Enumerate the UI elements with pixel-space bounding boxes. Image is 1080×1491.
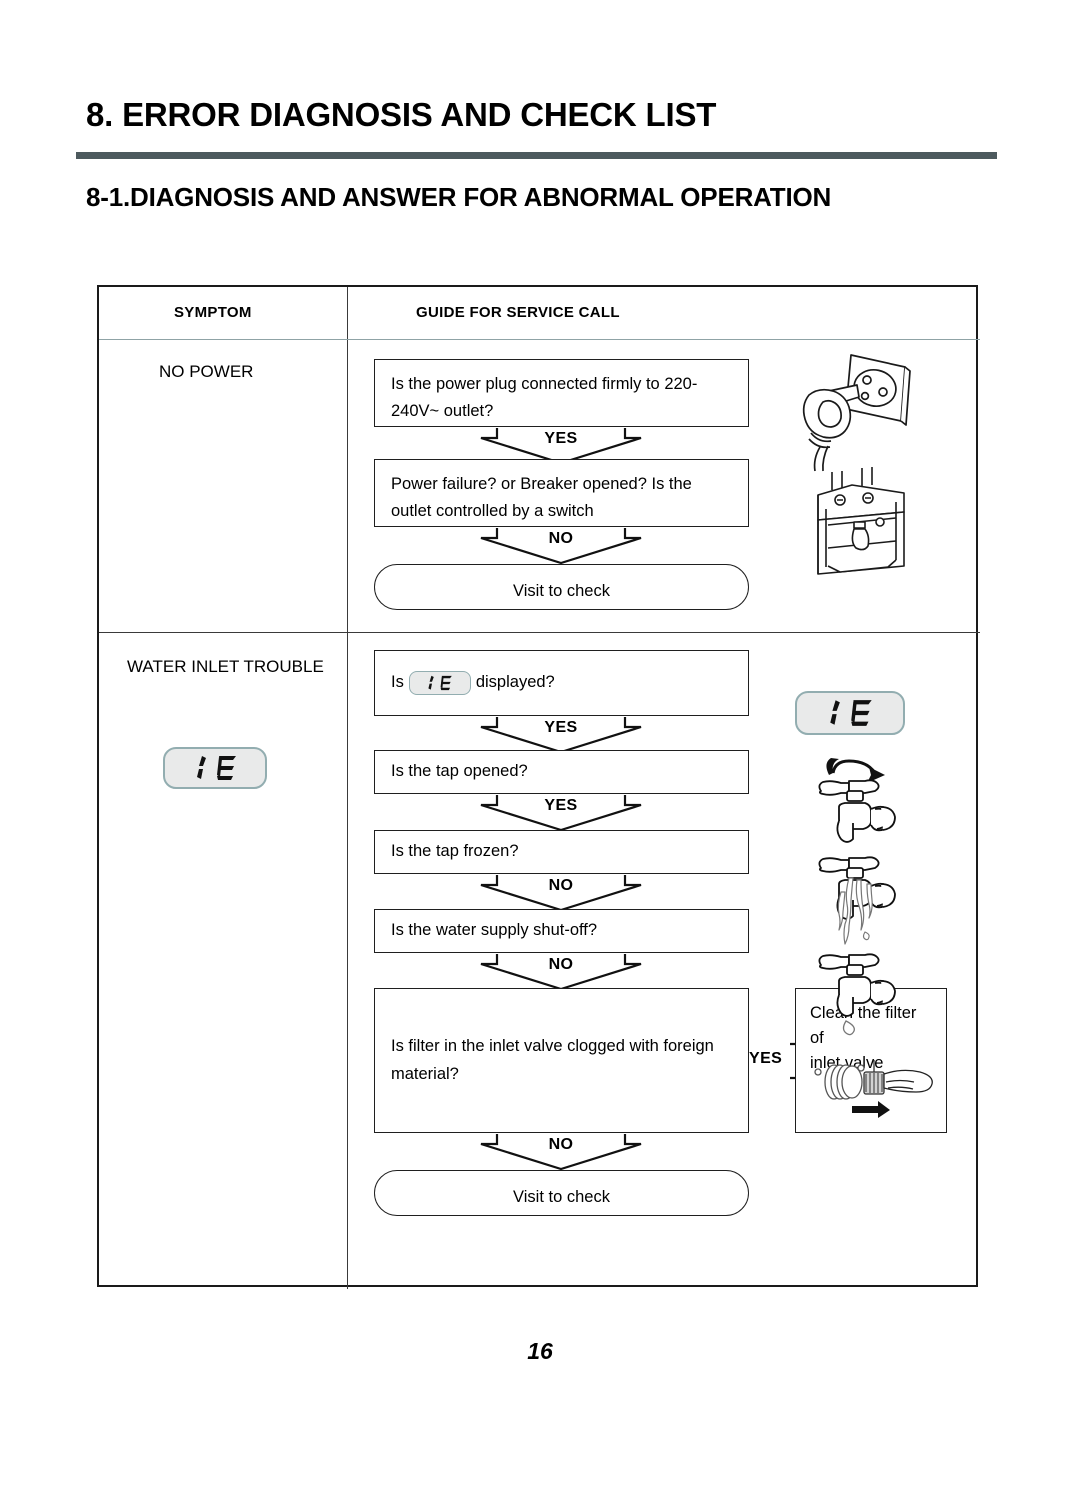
flow-step-line2: material?: [391, 1064, 459, 1083]
tap-frozen-illustration: [809, 850, 909, 948]
error-code-badge: [163, 747, 267, 789]
flow-step-line1: Power failure? or Breaker opened?: [391, 475, 647, 493]
column-divider: [347, 287, 348, 1289]
flow-step-prefix: Is: [391, 673, 404, 692]
flow-terminal-label: Visit to check: [513, 582, 610, 600]
title-rule: [76, 152, 997, 159]
flow-step-line1: Is the tap frozen?: [391, 842, 519, 861]
flow-step-line1: Is the tap opened?: [391, 762, 528, 781]
segment-digit-one-icon: [428, 675, 435, 690]
hand-removing-filter-illustration: [804, 1052, 938, 1126]
flow-step-box: Is the water supply shut-off?: [374, 909, 749, 953]
circuit-breaker-illustration: [804, 462, 924, 582]
column-header-symptom: SYMPTOM: [174, 304, 252, 321]
flow-branch-label: YES: [749, 1050, 783, 1067]
diagnosis-table: SYMPTOM GUIDE FOR SERVICE CALL NO POWER …: [97, 285, 980, 1289]
segment-letter-e-icon: [216, 756, 236, 780]
segment-letter-e-icon: [851, 700, 872, 726]
flow-step-line1: Is the water supply shut-off?: [391, 921, 598, 940]
flow-step-box: Is the tap frozen?: [374, 830, 749, 874]
flow-terminal-box: Visit to check: [374, 1170, 749, 1216]
tap-dripping-illustration: [809, 947, 909, 1037]
flow-connector-arrow: NO: [451, 953, 671, 991]
flow-connector-label: YES: [544, 430, 578, 447]
flow-step-box: Is displayed?: [374, 650, 749, 716]
header-divider: [99, 339, 980, 340]
flow-connector-label: YES: [544, 797, 578, 814]
flow-connector-label: NO: [548, 530, 574, 547]
flow-step-box: Power failure? or Breaker opened? Is the…: [374, 459, 749, 527]
flow-step-box: Is filter in the inlet valve clogged wit…: [374, 988, 749, 1133]
flow-connector-label: NO: [548, 1136, 574, 1153]
flow-connector-label: YES: [544, 719, 578, 736]
page-number: 16: [527, 1338, 553, 1364]
tap-open-rotation-illustration: [809, 757, 909, 849]
segment-digit-one-icon: [830, 700, 840, 725]
symptom-no-power: NO POWER: [159, 362, 254, 381]
flow-step-line1: Is the power plug connected firmly to: [391, 375, 660, 393]
row-divider: [99, 632, 980, 633]
flow-step-box: Is the tap opened?: [374, 750, 749, 794]
section-title: 8-1.DIAGNOSIS AND ANSWER FOR ABNORMAL OP…: [86, 182, 832, 212]
flow-connector-arrow: NO: [451, 527, 671, 565]
inline-error-code-badge: [408, 671, 471, 695]
power-plug-outlet-illustration: [789, 347, 919, 472]
page-title: 8. ERROR DIAGNOSIS AND CHECK LIST: [86, 96, 717, 133]
flow-connector-label: NO: [548, 956, 574, 973]
symptom-water-inlet-trouble: WATER INLET TROUBLE: [127, 657, 324, 676]
segment-digit-one-icon: [196, 756, 206, 779]
flow-connector-arrow: NO: [451, 874, 671, 912]
column-header-guide: GUIDE FOR SERVICE CALL: [416, 304, 620, 321]
flow-connector-arrow: NO: [451, 1133, 671, 1171]
flow-step-box: Is the power plug connected firmly to 22…: [374, 359, 749, 427]
flow-connector-label: NO: [548, 877, 574, 894]
segment-letter-e-icon: [440, 675, 453, 691]
flow-step-line1: Is filter in the inlet valve clogged wit…: [391, 1037, 714, 1056]
flow-connector-arrow: YES: [451, 716, 671, 754]
error-code-display-illustration: [795, 691, 905, 735]
flow-terminal-box: Visit to check: [374, 564, 749, 610]
flow-step-suffix: displayed?: [475, 673, 555, 692]
flow-connector-arrow: YES: [451, 794, 671, 832]
flow-terminal-label: Visit to check: [513, 1188, 610, 1206]
